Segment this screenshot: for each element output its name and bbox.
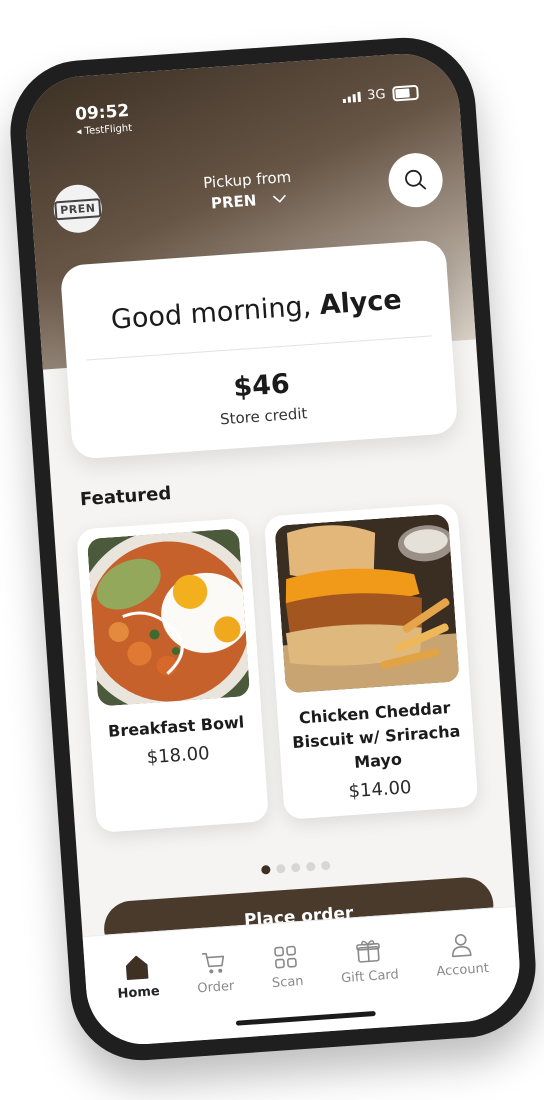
tab-label: Order [196, 978, 235, 997]
app-screen: 09:52 ◂ TestFlight 3G PREN Pickup from P… [22, 50, 524, 1048]
signal-icon [342, 91, 361, 103]
tab-label: Home [117, 984, 161, 1002]
gift-card-icon [356, 940, 380, 963]
search-icon [405, 169, 427, 190]
breakfast-bowl-photo [86, 528, 251, 707]
tab-label: Gift Card [340, 967, 400, 987]
tab-label: Account [435, 960, 490, 980]
carousel-dot[interactable] [260, 865, 271, 875]
product-card-breakfast-bowl[interactable]: Breakfast Bowl $18.00 [76, 517, 269, 833]
tab-order[interactable]: Order [195, 947, 238, 1040]
product-name: Breakfast Bowl [107, 712, 245, 741]
featured-carousel[interactable]: Breakfast Bowl $18.00 Chicken Cheddar Bi… [76, 501, 508, 833]
pickup-store-name: PREN [210, 191, 257, 213]
greeting-card: Good morning, Alyce $46 Store credit [59, 239, 459, 460]
carousel-dot[interactable] [290, 862, 301, 873]
card-divider [86, 335, 432, 361]
cart-icon [202, 952, 225, 974]
featured-title: Featured [79, 482, 172, 511]
status-right: 3G [342, 84, 420, 105]
network-type: 3G [366, 87, 387, 104]
product-price: $18.00 [146, 742, 211, 769]
status-left: 09:52 ◂ TestFlight [75, 101, 133, 138]
chevron-down-icon [272, 194, 286, 203]
home-icon [125, 955, 149, 980]
greeting: Good morning, Alyce [63, 281, 450, 339]
status-time: 09:52 [74, 100, 130, 125]
greeting-name: Alyce [318, 284, 403, 322]
greeting-prefix: Good morning, [109, 290, 313, 336]
product-name: Chicken Cheddar Biscuit w/ Sriracha Mayo [291, 698, 461, 772]
carousel-dot[interactable] [320, 860, 331, 871]
carousel-dot[interactable] [275, 863, 286, 874]
battery-icon [392, 84, 420, 102]
phone-frame: 09:52 ◂ TestFlight 3G PREN Pickup from P… [5, 32, 541, 1066]
qr-scan-icon [274, 945, 298, 969]
product-card-chicken-biscuit[interactable]: Chicken Cheddar Biscuit w/ Sriracha Mayo… [263, 503, 479, 820]
account-icon [451, 934, 472, 958]
tab-account[interactable]: Account [434, 929, 493, 1023]
carousel-dot[interactable] [305, 861, 316, 872]
chicken-biscuit-photo [274, 513, 460, 694]
tab-home[interactable]: Home [115, 952, 163, 1046]
tab-label: Scan [271, 973, 305, 992]
